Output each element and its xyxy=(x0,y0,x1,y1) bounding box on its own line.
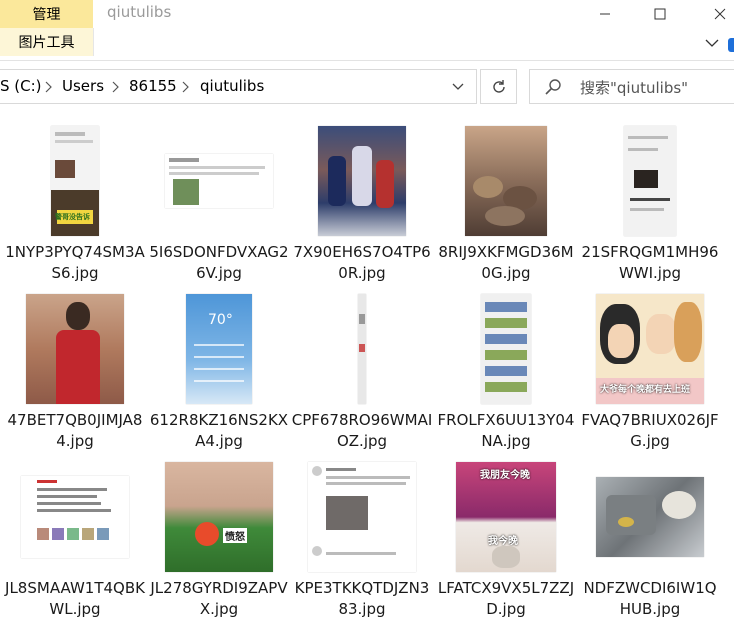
cartoon-image: 大爷每个晚都有去上班 xyxy=(596,294,704,404)
file-name: CPF678RO96WMAIOZ.jpg xyxy=(291,411,433,450)
window-title: qiutulibs xyxy=(107,3,172,21)
breadcrumb-qiutulibs[interactable]: qiutulibs xyxy=(200,77,264,95)
ribbon: 管理 图片工具 qiutulibs xyxy=(0,0,734,60)
close-button[interactable] xyxy=(697,0,734,28)
file-name: JL278GYRDI9ZAPVX.jpg xyxy=(150,579,288,618)
chevron-right-icon[interactable] xyxy=(180,80,190,94)
refresh-icon xyxy=(492,79,505,93)
file-item[interactable]: JL8SMAAW1T4QBKWL.jpg xyxy=(3,462,147,628)
tab-manage-label: 管理 xyxy=(32,7,61,23)
file-name: LFATCX9VX5L7ZZJD.jpg xyxy=(437,579,575,618)
cats-photo-image xyxy=(465,126,547,236)
file-thumbnail xyxy=(578,126,722,236)
ribbon-divider xyxy=(0,60,734,61)
file-thumbnail xyxy=(290,126,434,236)
file-name: 1NYP3PYQ74SM3AS6.jpg xyxy=(5,243,145,282)
help-icon[interactable] xyxy=(728,38,734,52)
file-thumbnail: 愤怒 xyxy=(147,462,291,572)
file-name: JL8SMAAW1T4QBKWL.jpg xyxy=(5,579,145,618)
file-name: KPE3TKKQTDJZN383.jpg xyxy=(294,579,430,618)
meme-caption-bottom: 我今晚 xyxy=(488,536,518,547)
file-name: 47BET7QB0JIMJA84.jpg xyxy=(7,411,143,450)
sticker-text: 大爷每个晚都有去上班 xyxy=(600,385,691,395)
kitchen-sink-image xyxy=(596,477,704,557)
file-thumbnail xyxy=(434,126,578,236)
file-item[interactable]: 警哥没告诉 1NYP3PYQ74SM3AS6.jpg xyxy=(3,126,147,292)
file-thumbnail xyxy=(147,126,291,236)
file-name: 8RIJ9XKFMGD36M0G.jpg xyxy=(438,243,574,282)
breadcrumb-users[interactable]: Users xyxy=(62,77,104,95)
minimize-button[interactable] xyxy=(582,0,628,28)
maximize-icon xyxy=(654,8,666,20)
basketball-player-image xyxy=(26,294,124,404)
file-thumbnail xyxy=(578,462,722,572)
phone-list-image xyxy=(481,294,531,404)
file-name: 7X90EH6S7O4TP60R.jpg xyxy=(293,243,431,282)
file-thumbnail: 70° xyxy=(147,294,291,404)
breadcrumb-86155[interactable]: 86155 xyxy=(129,77,177,95)
address-dropdown-icon[interactable] xyxy=(448,80,468,94)
tab-manage[interactable]: 管理 xyxy=(0,0,93,28)
file-item[interactable]: CPF678RO96WMAIOZ.jpg xyxy=(290,294,434,460)
file-thumbnail xyxy=(434,294,578,404)
chevron-down-icon[interactable] xyxy=(704,36,720,50)
weather-temperature: 70° xyxy=(208,312,233,328)
phone-chat-image xyxy=(624,126,676,236)
file-item[interactable]: 大爷每个晚都有去上班 FVAQ7BRIUX026JFG.jpg xyxy=(578,294,722,460)
sticker-text: 警哥没告诉 xyxy=(55,213,90,221)
refresh-button[interactable] xyxy=(480,69,517,104)
sticker-text: 愤怒 xyxy=(223,528,247,543)
file-name: NDFZWCDI6IW1QHUB.jpg xyxy=(583,579,717,618)
file-thumbnail xyxy=(290,462,434,572)
file-item[interactable]: 5I6SDONFDVXAG26V.jpg xyxy=(147,126,291,292)
file-item[interactable]: 70° 612R8KZ16NS2KXA4.jpg xyxy=(147,294,291,460)
file-item[interactable]: NDFZWCDI6IW1QHUB.jpg xyxy=(578,462,722,628)
file-thumbnail: 我朋友今晚 我今晚 xyxy=(434,462,578,572)
search-icon xyxy=(545,79,561,95)
feed-post-image xyxy=(308,462,416,572)
breadcrumb-drive[interactable]: S (C:) xyxy=(0,77,42,95)
tab-picture-tools-label: 图片工具 xyxy=(18,35,75,51)
file-thumbnail xyxy=(3,462,147,572)
chevron-right-icon[interactable] xyxy=(110,80,120,94)
text-post-image xyxy=(21,476,129,558)
chevron-right-icon[interactable] xyxy=(43,80,53,94)
file-item[interactable]: 21SFRQGM1MH96WWI.jpg xyxy=(578,126,722,292)
file-item[interactable]: 8RIJ9XKFMGD36M0G.jpg xyxy=(434,126,578,292)
minimize-icon xyxy=(600,13,610,15)
file-thumbnail: 警哥没告诉 xyxy=(3,126,147,236)
close-icon xyxy=(714,8,726,20)
search-placeholder: 搜索"qiutulibs" xyxy=(580,79,689,97)
file-thumbnail: 大爷每个晚都有去上班 xyxy=(578,294,722,404)
file-name: 5I6SDONFDVXAG26V.jpg xyxy=(149,243,289,282)
social-post-image xyxy=(165,154,273,208)
file-name: 21SFRQGM1MH96WWI.jpg xyxy=(581,243,719,282)
file-name: 612R8KZ16NS2KXA4.jpg xyxy=(149,411,289,450)
file-item[interactable]: FROLFX6UU13Y04NA.jpg xyxy=(434,294,578,460)
maximize-button[interactable] xyxy=(637,0,683,28)
file-item[interactable]: 47BET7QB0JIMJA84.jpg xyxy=(3,294,147,460)
chat-screenshot-image: 警哥没告诉 xyxy=(51,126,99,236)
file-name: FVAQ7BRIUX026JFG.jpg xyxy=(581,411,719,450)
file-item[interactable]: KPE3TKKQTDJZN383.jpg xyxy=(290,462,434,628)
file-thumbnail xyxy=(3,294,147,404)
file-item[interactable]: 我朋友今晚 我今晚 LFATCX9VX5L7ZZJD.jpg xyxy=(434,462,578,628)
concert-meme-image: 我朋友今晚 我今晚 xyxy=(456,462,556,572)
file-item[interactable]: 7X90EH6S7O4TP60R.jpg xyxy=(290,126,434,292)
basketball-poster-image xyxy=(318,126,406,236)
file-item[interactable]: 愤怒 JL278GYRDI9ZAPVX.jpg xyxy=(147,462,291,628)
tab-picture-tools[interactable]: 图片工具 xyxy=(0,28,94,56)
weather-app-image: 70° xyxy=(186,294,252,404)
file-thumbnail xyxy=(290,294,434,404)
meme-caption-top: 我朋友今晚 xyxy=(480,470,530,481)
long-strip-image xyxy=(358,294,366,404)
file-name: FROLFX6UU13Y04NA.jpg xyxy=(437,411,575,450)
green-beans-image: 愤怒 xyxy=(165,462,273,572)
